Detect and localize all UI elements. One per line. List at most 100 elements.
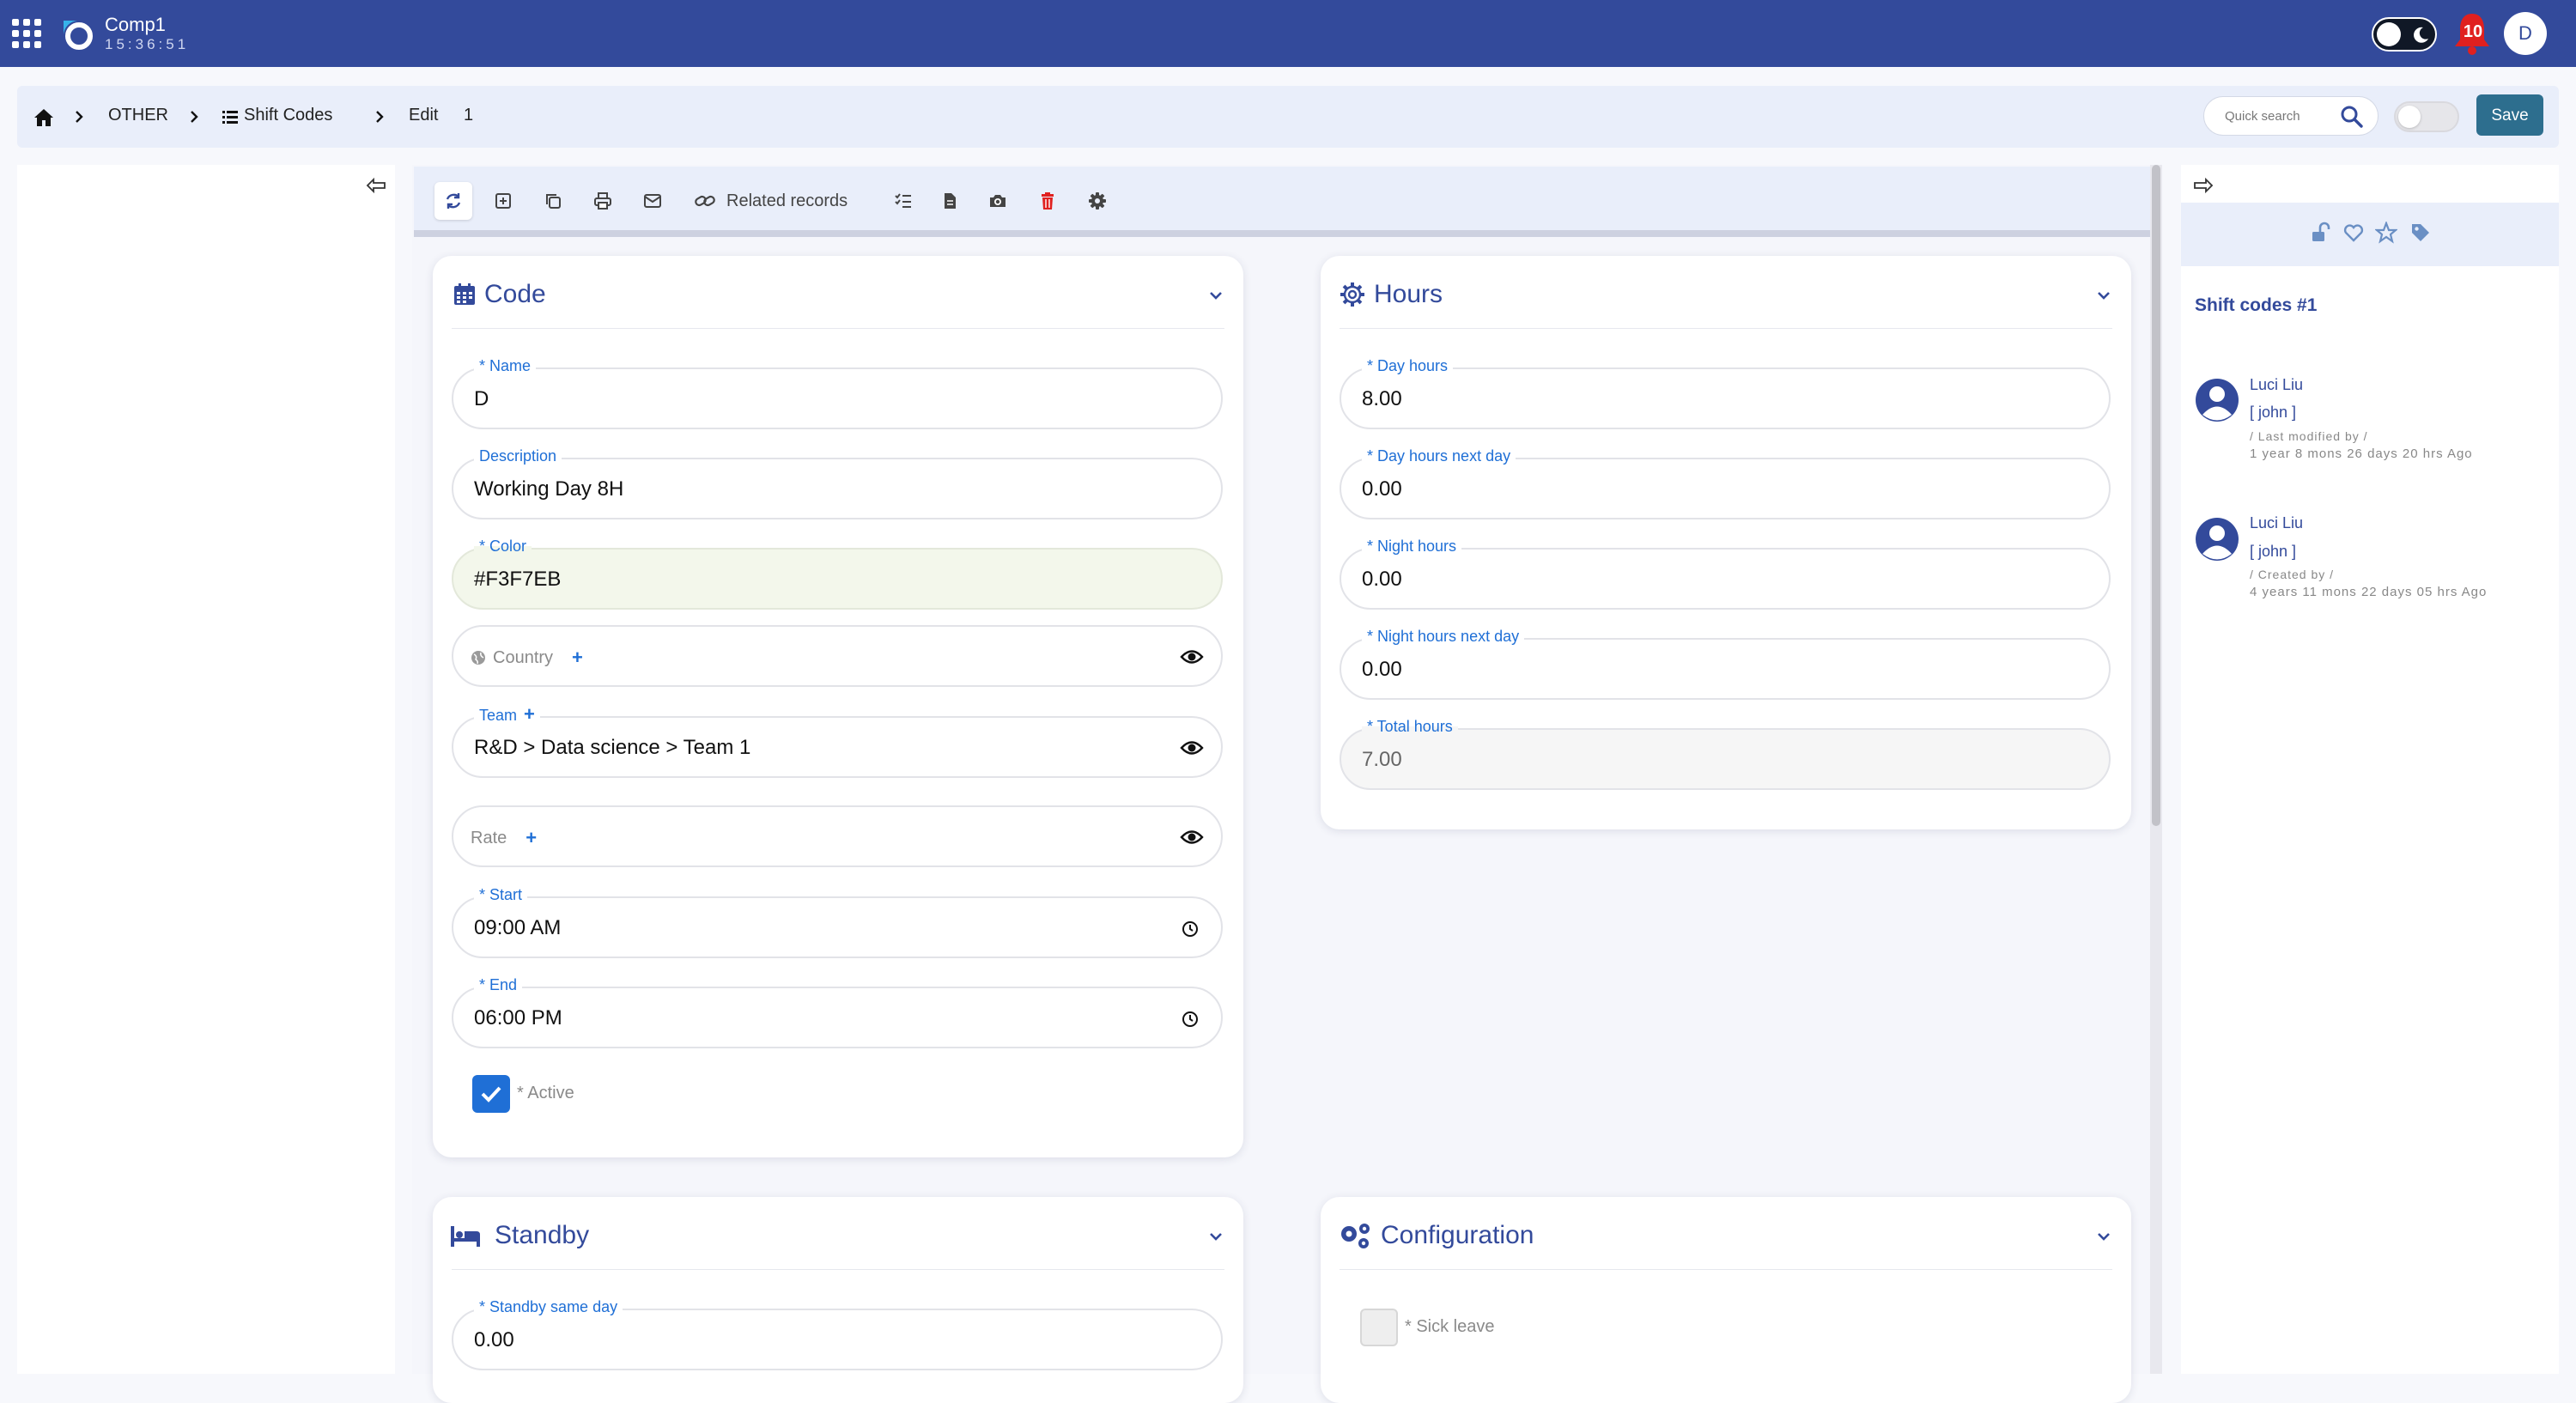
snapshot-button[interactable] <box>979 182 1017 220</box>
add-country-icon[interactable]: + <box>572 647 583 669</box>
bed-icon <box>451 1226 480 1247</box>
color-field[interactable]: * Color #F3F7EB <box>452 537 1223 610</box>
printer-icon <box>594 192 611 210</box>
audit-created-name[interactable]: Luci Liu <box>2250 514 2303 532</box>
arrow-right-icon[interactable] <box>2193 177 2214 194</box>
breadcrumb-item-id: 1 <box>464 106 474 125</box>
tag-icon[interactable] <box>2409 222 2432 244</box>
night-hours-field[interactable]: * Night hours 0.00 <box>1340 537 2111 610</box>
start-time-field[interactable]: * Start 09:00 AM <box>452 885 1223 958</box>
checklist-button[interactable] <box>884 182 922 220</box>
heart-icon[interactable] <box>2342 222 2365 244</box>
calendar-icon <box>454 283 475 305</box>
edit-mode-toggle-knob <box>2398 106 2421 128</box>
star-icon[interactable] <box>2375 222 2397 244</box>
card-divider <box>452 1269 1224 1270</box>
day-hours-label: * Day hours <box>1362 356 1454 375</box>
delete-button[interactable] <box>1029 182 1066 220</box>
edit-mode-toggle[interactable] <box>2394 101 2459 132</box>
name-label: * Name <box>474 356 537 375</box>
save-button[interactable]: Save <box>2476 94 2543 136</box>
add-team-icon[interactable]: + <box>524 703 535 725</box>
chevron-right-icon <box>76 111 83 123</box>
active-checkbox[interactable] <box>472 1075 510 1113</box>
quick-search-input[interactable]: Quick search <box>2203 96 2379 136</box>
scrollbar-thumb[interactable] <box>2152 165 2160 826</box>
day-hours-next-day-field[interactable]: * Day hours next day 0.00 <box>1340 446 2111 519</box>
theme-toggle[interactable] <box>2372 17 2437 52</box>
audit-modified-name[interactable]: Luci Liu <box>2250 376 2303 394</box>
unlock-icon[interactable] <box>2310 222 2332 244</box>
night-hours-next-day-field[interactable]: * Night hours next day 0.00 <box>1340 627 2111 700</box>
moon-icon <box>2414 27 2428 43</box>
copy-button[interactable] <box>534 182 572 220</box>
day-hours-next-day-value: 0.00 <box>1362 477 1402 501</box>
rate-placeholder-group: Rate + <box>471 827 537 849</box>
card-divider <box>452 328 1224 329</box>
apps-grid-icon[interactable] <box>12 19 41 48</box>
day-hours-value: 8.00 <box>1362 387 1402 410</box>
refresh-icon <box>446 193 461 209</box>
clock-icon[interactable] <box>1182 1011 1199 1028</box>
standby-card-title: Standby <box>495 1221 590 1249</box>
link-icon <box>695 195 715 207</box>
chevron-down-icon[interactable] <box>2093 285 2114 306</box>
refresh-button[interactable] <box>434 182 472 220</box>
print-button[interactable] <box>584 182 622 220</box>
eye-icon[interactable] <box>1180 828 1204 847</box>
eye-icon[interactable] <box>1180 647 1204 666</box>
user-avatar[interactable]: D <box>2504 12 2547 55</box>
arrow-left-icon[interactable] <box>366 177 386 194</box>
audit-modified-action: / Last modified by / <box>2250 429 2368 443</box>
audit-modified-user: [ john ] <box>2250 404 2297 421</box>
related-records-button[interactable]: Related records <box>694 182 848 220</box>
chevron-down-icon[interactable] <box>2093 1226 2114 1247</box>
document-button[interactable] <box>931 182 969 220</box>
sick-leave-checkbox[interactable] <box>1360 1309 1398 1346</box>
new-record-button[interactable] <box>484 182 522 220</box>
chevron-down-icon[interactable] <box>1206 285 1226 306</box>
day-hours-field[interactable]: * Day hours 8.00 <box>1340 356 2111 429</box>
end-label: * End <box>474 975 523 994</box>
name-field[interactable]: * Name D <box>452 356 1223 429</box>
end-time-field[interactable]: * End 06:00 PM <box>452 975 1223 1048</box>
country-placeholder: Country <box>493 647 554 667</box>
chevron-down-icon[interactable] <box>1206 1226 1226 1247</box>
country-placeholder-group: Country + <box>471 647 583 669</box>
rate-field[interactable]: Rate + <box>452 805 1223 867</box>
description-value: Working Day 8H <box>474 477 624 501</box>
gear-icon <box>1340 282 1364 307</box>
card-divider <box>1340 328 2112 329</box>
description-field[interactable]: Description Working Day 8H <box>452 446 1223 519</box>
clock-icon[interactable] <box>1182 920 1199 938</box>
start-value: 09:00 AM <box>474 916 562 939</box>
checklist-icon <box>895 193 911 208</box>
left-panel <box>17 165 395 1374</box>
email-button[interactable] <box>634 182 671 220</box>
top-bar <box>0 0 2576 67</box>
team-value: R&D > Data science > Team 1 <box>474 736 751 759</box>
breadcrumb-item-shift-codes[interactable]: Shift Codes <box>244 106 332 125</box>
name-value: D <box>474 387 489 410</box>
breadcrumb-item-other[interactable]: OTHER <box>108 106 168 125</box>
configuration-card-title: Configuration <box>1381 1221 1534 1249</box>
right-panel <box>2181 165 2559 1374</box>
settings-button[interactable] <box>1078 182 1116 220</box>
standby-same-day-field[interactable]: * Standby same day 0.00 <box>452 1297 1223 1370</box>
audit-created-action: / Created by / <box>2250 568 2335 581</box>
main-scrollbar[interactable] <box>2150 165 2162 1374</box>
app-logo-icon[interactable] <box>58 15 96 53</box>
home-icon[interactable] <box>33 106 55 129</box>
standby-same-day-label: * Standby same day <box>474 1297 623 1316</box>
gears-icon <box>1341 1224 1370 1248</box>
theme-toggle-knob <box>2377 22 2401 46</box>
country-field[interactable]: Country + <box>452 625 1223 687</box>
trash-icon <box>1042 192 1054 210</box>
eye-icon[interactable] <box>1180 738 1204 757</box>
add-rate-icon[interactable]: + <box>526 827 537 849</box>
right-panel-header <box>2181 203 2559 266</box>
search-icon[interactable] <box>2340 105 2364 129</box>
team-field[interactable]: Team + R&D > Data science > Team 1 <box>452 705 1223 778</box>
night-hours-label: * Night hours <box>1362 537 1462 556</box>
user-avatar-icon <box>2196 379 2239 422</box>
